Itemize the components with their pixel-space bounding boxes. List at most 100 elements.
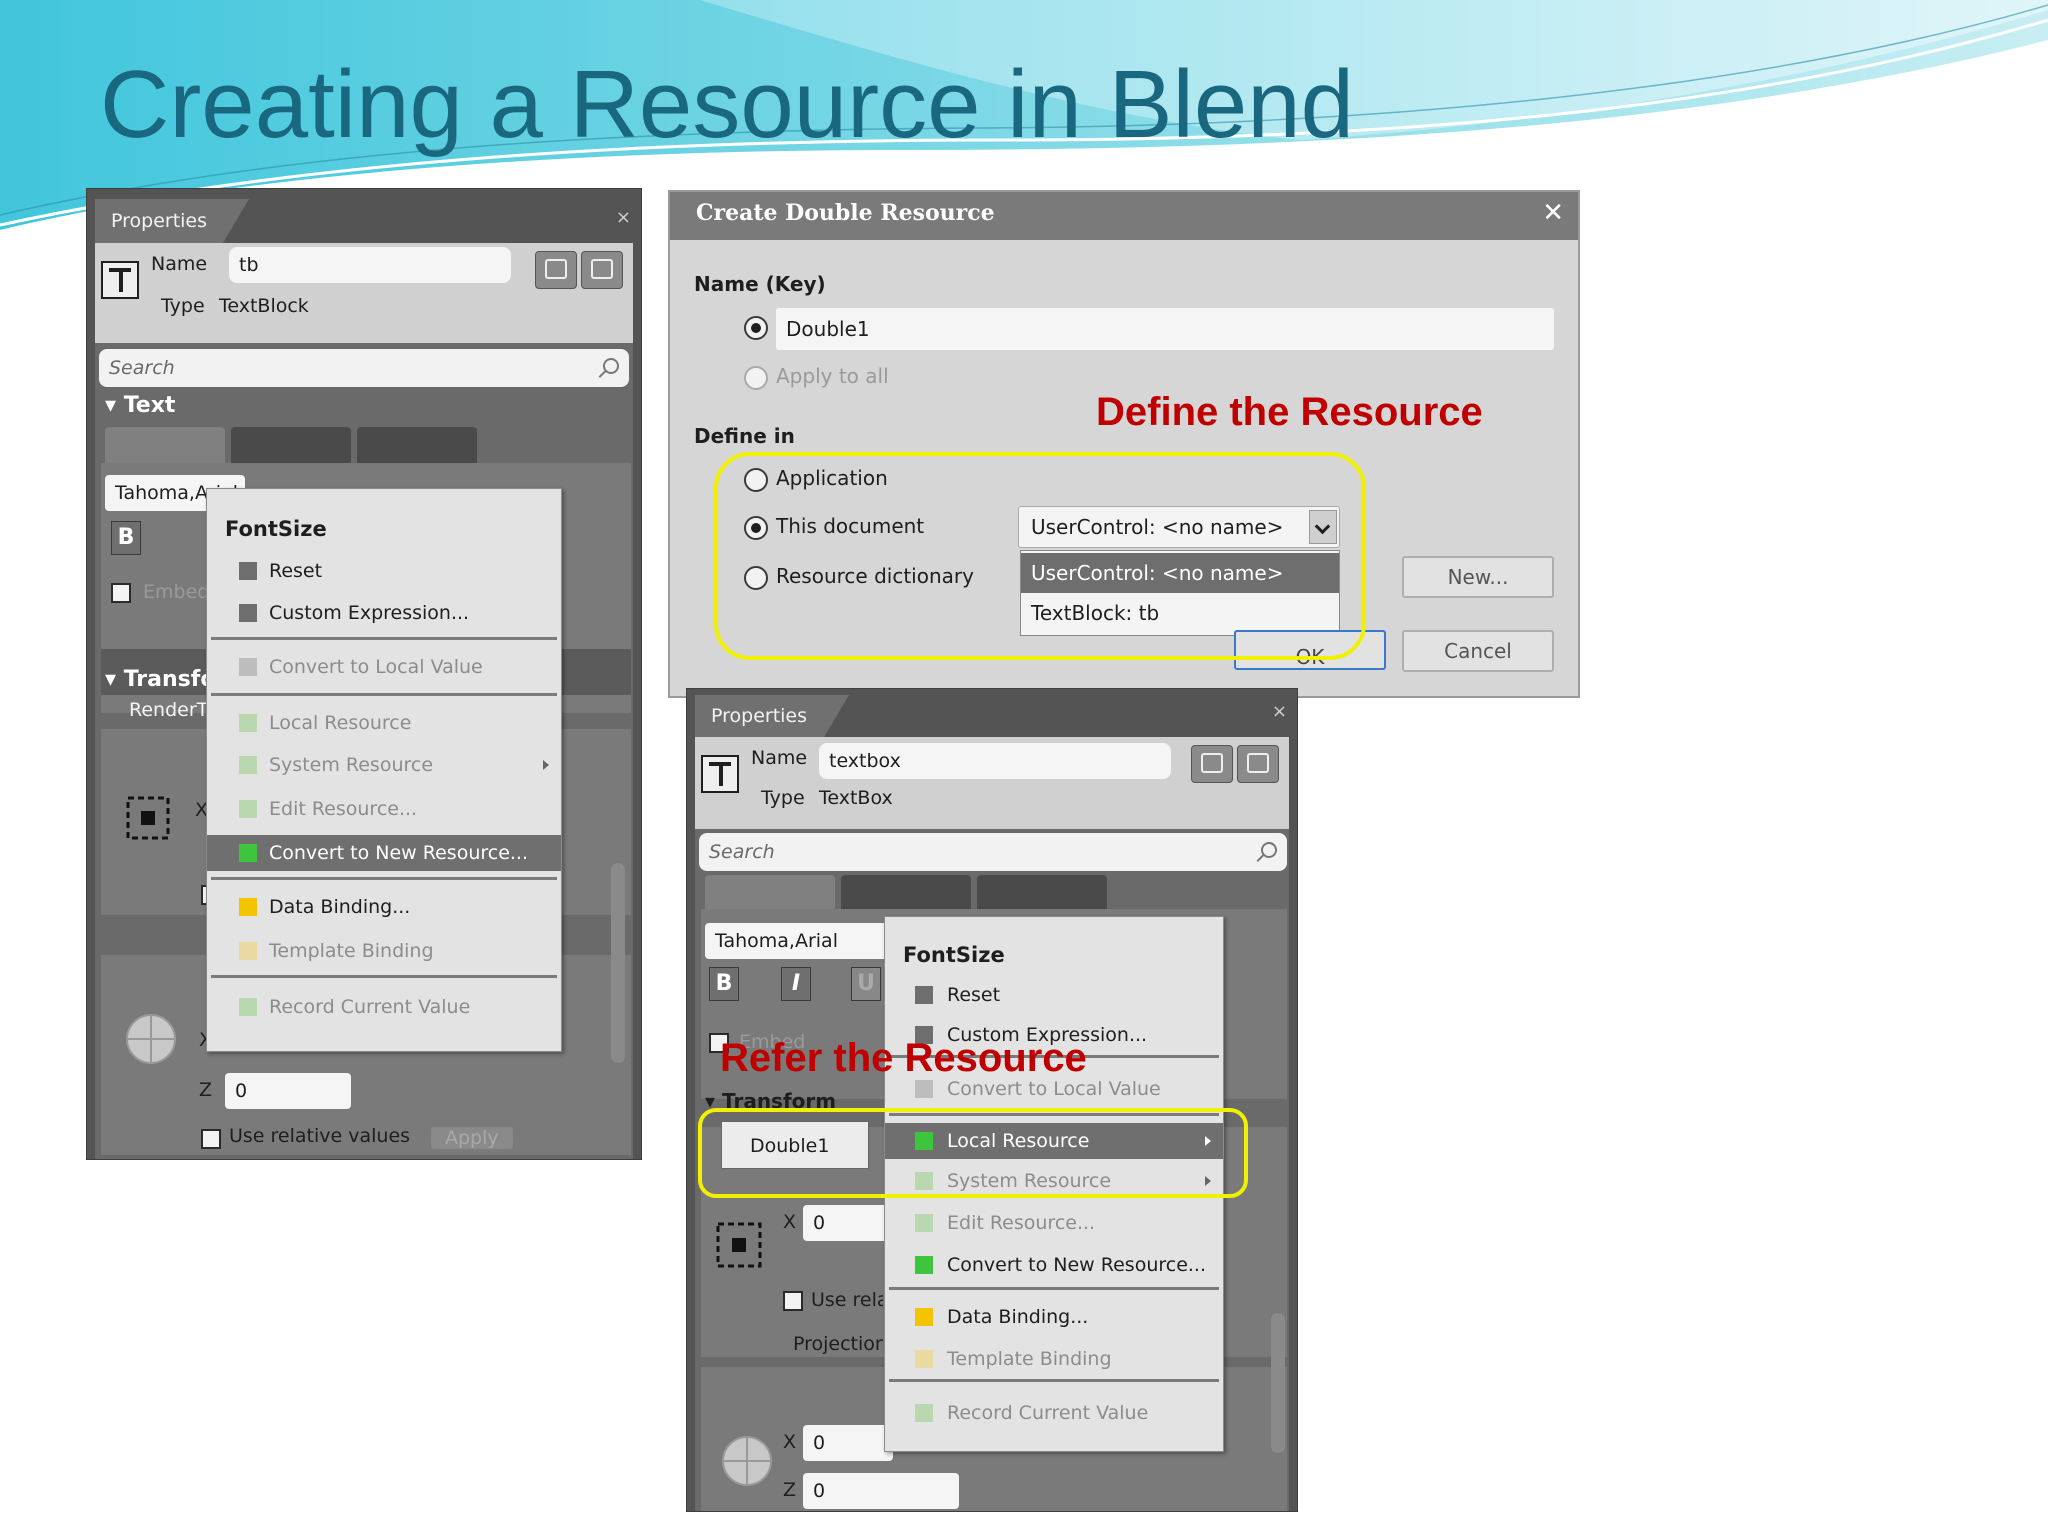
close-icon[interactable]: ✕ — [1542, 198, 1564, 228]
highlight-ring-refer — [698, 1108, 1248, 1198]
x-input[interactable]: 0 — [803, 1205, 893, 1241]
embed-label: Embed — [143, 581, 210, 603]
menu-item-reset[interactable]: Reset — [885, 977, 1223, 1013]
properties-view-button[interactable] — [1191, 745, 1233, 783]
properties-view-button[interactable] — [535, 251, 577, 289]
scrollbar-thumb[interactable] — [611, 863, 625, 1063]
z-label: Z — [199, 1079, 213, 1101]
swatch-icon — [239, 714, 257, 732]
dialog-title: Create Double Resource — [696, 200, 995, 226]
rotation-globe-icon — [722, 1436, 772, 1486]
z-input[interactable]: 0 — [225, 1073, 351, 1109]
menu-item-record-current[interactable]: Record Current Value — [207, 989, 561, 1025]
menu-separator — [889, 1379, 1219, 1382]
close-icon[interactable]: × — [1272, 703, 1287, 721]
z-input[interactable]: 0 — [803, 1473, 959, 1509]
name-label: Name — [151, 253, 208, 275]
bold-button[interactable]: B — [709, 967, 739, 1001]
apply-to-all-label: Apply to all — [776, 364, 889, 388]
menu-item-template-binding[interactable]: Template Binding — [885, 1341, 1223, 1377]
menu-item-template-binding[interactable]: Template Binding — [207, 933, 561, 969]
tab-font[interactable] — [705, 875, 835, 911]
events-view-button[interactable] — [581, 251, 623, 289]
search-icon — [1261, 842, 1277, 858]
swatch-icon — [915, 1214, 933, 1232]
menu-item-local-resource[interactable]: Local Resource — [207, 705, 561, 741]
use-relative-label: Use relative values — [229, 1125, 411, 1147]
x-label-2: X — [783, 1431, 797, 1453]
swatch-icon — [915, 1308, 933, 1326]
name-radio[interactable] — [744, 316, 768, 340]
annotation-refer: Refer the Resource — [720, 1036, 1087, 1080]
swatch-icon — [915, 1404, 933, 1422]
name-key-input[interactable]: Double1 — [776, 308, 1554, 350]
object-header: Name textbox Type TextBox — [695, 737, 1289, 829]
tab-paragraph[interactable] — [231, 427, 351, 463]
menu-item-data-binding[interactable]: Data Binding... — [885, 1299, 1223, 1335]
x-input-2[interactable]: 0 — [803, 1425, 893, 1461]
close-icon[interactable]: × — [616, 209, 631, 227]
tab-line-indent[interactable] — [357, 427, 477, 463]
swatch-icon — [239, 604, 257, 622]
apply-to-all-radio[interactable] — [744, 366, 768, 390]
translate-grid-icon — [126, 796, 170, 840]
search-input[interactable]: Search — [99, 349, 629, 387]
name-input[interactable]: textbox — [819, 743, 1171, 779]
textblock-icon — [101, 261, 139, 299]
properties-tab[interactable]: Properties — [95, 199, 250, 243]
name-input[interactable]: tb — [229, 247, 511, 283]
scrollbar-thumb[interactable] — [1271, 1313, 1285, 1453]
swatch-icon — [239, 562, 257, 580]
menu-item-edit-resource[interactable]: Edit Resource... — [885, 1205, 1223, 1241]
swatch-icon — [915, 1080, 933, 1098]
use-relative-checkbox[interactable] — [783, 1291, 803, 1311]
embed-checkbox[interactable] — [111, 583, 131, 603]
menu-item-record-current[interactable]: Record Current Value — [885, 1395, 1223, 1431]
events-view-button[interactable] — [1237, 745, 1279, 783]
menu-item-data-binding[interactable]: Data Binding... — [207, 889, 561, 925]
menu-item-convert-local[interactable]: Convert to Local Value — [207, 649, 561, 685]
properties-tab[interactable]: Properties — [695, 695, 850, 739]
menu-header: FontSize — [225, 517, 327, 541]
swatch-icon — [239, 658, 257, 676]
menu-item-edit-resource[interactable]: Edit Resource... — [207, 791, 561, 827]
underline-button[interactable]: U — [851, 967, 881, 1001]
swatch-icon — [239, 756, 257, 774]
font-family-combo[interactable]: Tahoma,Arial — [705, 923, 905, 959]
slide: Creating a Resource in Blend Properties … — [0, 0, 2048, 1536]
events-icon — [591, 259, 613, 279]
textbox-icon — [701, 755, 739, 793]
text-tabs — [105, 427, 477, 463]
menu-separator — [211, 877, 557, 880]
swatch-icon — [239, 998, 257, 1016]
object-header: Name tb Type TextBlock — [95, 243, 633, 343]
menu-item-convert-new-resource[interactable]: Convert to New Resource... — [207, 835, 561, 871]
type-value: TextBox — [819, 787, 893, 809]
tab-paragraph[interactable] — [841, 875, 971, 911]
tab-font[interactable] — [105, 427, 225, 463]
search-input[interactable]: Search — [699, 833, 1287, 871]
menu-item-reset[interactable]: Reset — [207, 553, 561, 589]
dialog-title-bar: Create Double Resource ✕ — [670, 192, 1578, 240]
properties-icon — [1201, 753, 1223, 773]
menu-item-system-resource[interactable]: System Resource — [207, 747, 561, 783]
apply-button[interactable]: Apply — [431, 1127, 513, 1149]
text-section-header[interactable]: ▾ Text — [105, 393, 175, 418]
use-relative-checkbox[interactable] — [201, 1129, 221, 1149]
swatch-icon — [239, 942, 257, 960]
search-placeholder: Search — [109, 357, 175, 379]
swatch-icon — [915, 1350, 933, 1368]
new-button[interactable]: New... — [1402, 556, 1554, 598]
swatch-icon — [915, 986, 933, 1004]
cancel-button[interactable]: Cancel — [1402, 630, 1554, 672]
menu-item-custom-expression[interactable]: Custom Expression... — [207, 595, 561, 631]
search-icon — [603, 358, 619, 374]
menu-separator — [211, 975, 557, 978]
z-label: Z — [783, 1479, 797, 1501]
menu-item-convert-new-resource[interactable]: Convert to New Resource... — [885, 1247, 1223, 1283]
bold-button[interactable]: B — [111, 521, 141, 555]
tab-line-indent[interactable] — [977, 875, 1107, 911]
swatch-icon — [915, 1256, 933, 1274]
italic-button[interactable]: I — [781, 967, 811, 1001]
name-key-label: Name (Key) — [694, 272, 826, 296]
